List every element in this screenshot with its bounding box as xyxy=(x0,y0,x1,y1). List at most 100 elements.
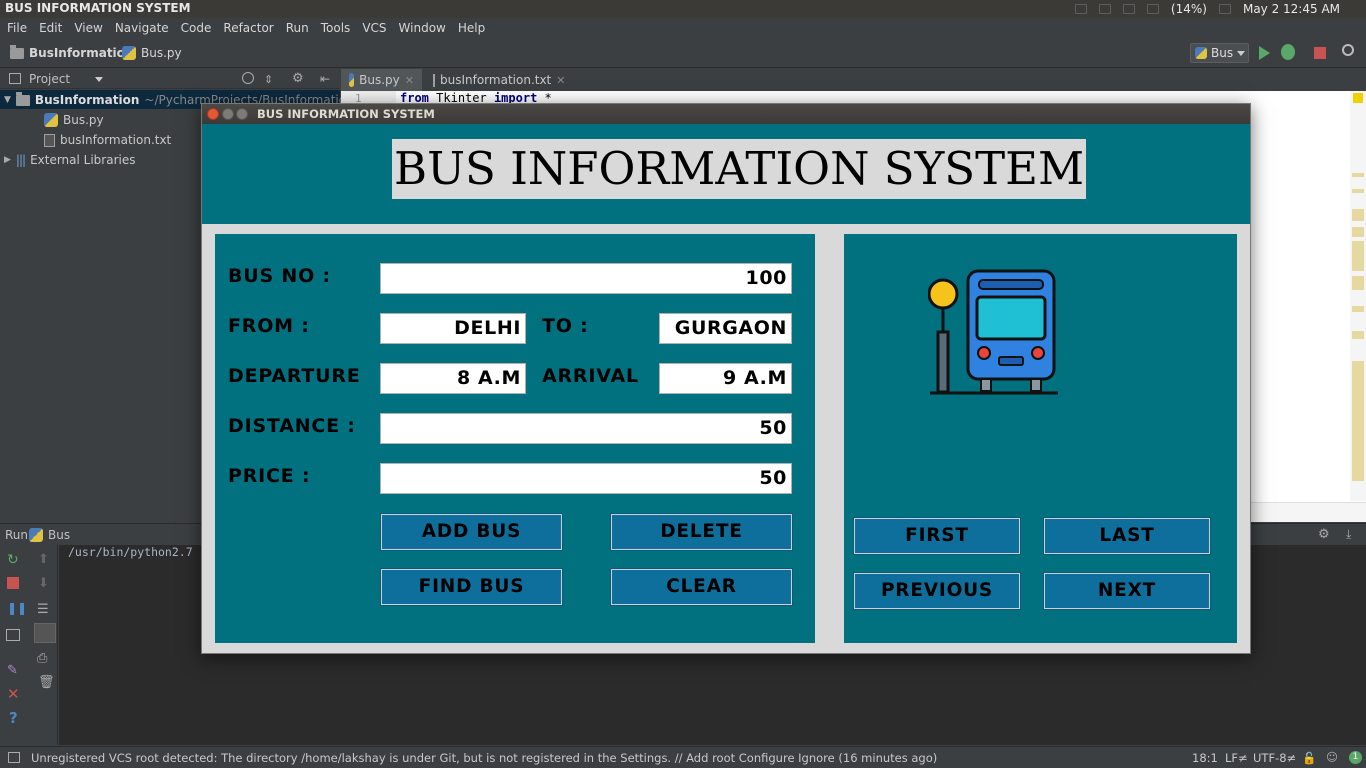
tree-item-external-libraries[interactable]: ▶ ||| External Libraries xyxy=(4,151,136,169)
chevron-down-icon[interactable] xyxy=(95,77,103,82)
menu-edit[interactable]: Edit xyxy=(39,21,62,35)
battery-indicator[interactable]: (14%) xyxy=(1171,2,1207,16)
scroll-to-end-icon[interactable] xyxy=(34,623,56,643)
menu-code[interactable]: Code xyxy=(181,21,212,35)
next-button[interactable]: NEXT xyxy=(1043,572,1211,610)
pause-icon[interactable]: ❚❚ xyxy=(7,601,27,615)
clear-button[interactable]: CLEAR xyxy=(610,568,793,606)
system-top-panel: BUS INFORMATION SYSTEM (14%) May 2 12:45… xyxy=(0,0,1366,18)
gear-icon[interactable]: ⚙ xyxy=(1318,527,1330,542)
close-icon[interactable]: ✕ xyxy=(405,74,414,87)
minimize-window-icon[interactable] xyxy=(222,108,234,120)
close-icon[interactable]: ✕ xyxy=(7,685,20,703)
inspector-icon[interactable]: ☺ xyxy=(1326,750,1338,764)
tree-item-bus-information-txt[interactable]: busInformation.txt xyxy=(44,131,171,149)
bus-information-window: BUS INFORMATION SYSTEM BUS INFORMATION S… xyxy=(201,103,1251,654)
close-window-icon[interactable] xyxy=(207,108,219,120)
expand-arrow-icon[interactable]: ▼ xyxy=(4,95,11,105)
arrival-input[interactable]: 9 A.M xyxy=(659,363,792,394)
line-separator[interactable]: LF≠ xyxy=(1225,751,1248,765)
collapse-all-icon[interactable]: ⇕ xyxy=(264,73,273,86)
menu-tools[interactable]: Tools xyxy=(321,21,351,35)
to-input[interactable]: GURGAON xyxy=(659,313,792,344)
menu-window[interactable]: Window xyxy=(399,21,446,35)
menu-help[interactable]: Help xyxy=(458,21,485,35)
editor-scrollbar[interactable] xyxy=(1350,91,1366,501)
caret-position[interactable]: 18:1 xyxy=(1192,751,1218,765)
tree-item-bus-py[interactable]: Bus.py xyxy=(44,111,104,129)
from-label: FROM : xyxy=(228,315,310,337)
project-panel-header: Project ⇕ ⚙ ⇤ xyxy=(0,69,340,89)
menu-navigate[interactable]: Navigate xyxy=(115,21,169,35)
arrow-up-icon[interactable]: ⬆ xyxy=(38,552,49,567)
from-input[interactable]: DELHI xyxy=(380,313,526,344)
bus-no-input[interactable]: 100 xyxy=(380,263,792,294)
bluetooth-icon[interactable] xyxy=(1122,4,1135,14)
first-button[interactable]: FIRST xyxy=(853,517,1021,555)
run-toolbar: ↻ ❚❚ ✎ ✕ ? ⬆ ⬇ ☰ ⎙ 🗑 xyxy=(0,545,58,745)
window-titlebar[interactable]: BUS INFORMATION SYSTEM xyxy=(202,104,1250,124)
previous-button[interactable]: PREVIOUS xyxy=(853,572,1021,610)
keyboard-icon[interactable] xyxy=(1098,4,1111,14)
status-bar: Unregistered VCS root detected: The dire… xyxy=(0,746,1366,768)
arrow-down-icon[interactable]: ⬇ xyxy=(38,576,49,591)
run-tab-bus[interactable]: Bus xyxy=(48,528,70,542)
hide-panel-icon[interactable]: ⤓ xyxy=(1346,527,1351,542)
tab-bus-py[interactable]: Bus.py ✕ xyxy=(341,69,422,91)
mail-icon[interactable] xyxy=(1218,4,1231,14)
run-icon[interactable] xyxy=(1259,46,1270,60)
stop-icon[interactable] xyxy=(1314,47,1326,59)
distance-input[interactable]: 50 xyxy=(380,413,792,444)
run-config-selector[interactable]: Bus xyxy=(1190,43,1249,63)
print-icon[interactable]: ⎙ xyxy=(37,651,47,666)
menu-vcs[interactable]: VCS xyxy=(362,21,386,35)
delete-button[interactable]: DELETE xyxy=(610,513,793,551)
volume-icon[interactable] xyxy=(1146,4,1159,14)
arrival-label: ARRIVAL xyxy=(542,365,639,387)
stop-icon[interactable] xyxy=(7,577,19,589)
breadcrumb-file[interactable]: Bus.py xyxy=(122,46,182,60)
clock[interactable]: May 2 12:45 AM xyxy=(1243,2,1340,16)
console-text: /usr/bin/python2.7 xyxy=(68,545,193,559)
hide-panel-icon[interactable]: ⇤ xyxy=(320,72,330,86)
tab-bus-information-txt[interactable]: busInformation.txt ✕ xyxy=(425,69,565,91)
active-window-title: BUS INFORMATION SYSTEM xyxy=(5,1,191,15)
trash-icon[interactable]: 🗑 xyxy=(38,675,55,690)
inspection-status-icon[interactable] xyxy=(1353,93,1363,103)
python-file-icon xyxy=(349,73,355,87)
text-file-icon xyxy=(44,133,55,147)
debug-icon[interactable] xyxy=(1281,44,1295,60)
network-icon[interactable] xyxy=(1074,4,1087,14)
menu-refactor[interactable]: Refactor xyxy=(223,21,273,35)
menu-view[interactable]: View xyxy=(74,21,102,35)
add-bus-button[interactable]: ADD BUS xyxy=(380,513,563,551)
departure-input[interactable]: 8 A.M xyxy=(380,363,526,394)
event-log-icon[interactable]: 1 xyxy=(1349,751,1362,764)
bus-no-label: BUS NO : xyxy=(228,265,331,287)
breadcrumb-project[interactable]: BusInformation xyxy=(10,44,133,60)
menu-run[interactable]: Run xyxy=(286,21,309,35)
scroll-from-source-icon[interactable] xyxy=(242,72,254,84)
layout-icon[interactable] xyxy=(6,629,20,641)
rerun-icon[interactable]: ↻ xyxy=(7,552,19,568)
page-title: BUS INFORMATION SYSTEM xyxy=(392,139,1087,199)
close-icon[interactable]: ✕ xyxy=(556,74,565,87)
find-bus-button[interactable]: FIND BUS xyxy=(380,568,563,606)
price-input[interactable]: 50 xyxy=(380,463,792,494)
last-button[interactable]: LAST xyxy=(1043,517,1211,555)
soft-wrap-icon[interactable]: ☰ xyxy=(37,602,49,617)
project-view-dropdown[interactable]: Project xyxy=(29,72,70,86)
pin-icon[interactable]: ✎ xyxy=(7,663,18,678)
bus-form-panel: BUS NO : 100 FROM : DELHI TO : GURGAON D… xyxy=(215,234,815,643)
python-file-icon xyxy=(1195,47,1207,59)
gear-icon[interactable]: ⚙ xyxy=(292,71,304,86)
tool-windows-icon[interactable] xyxy=(8,752,20,763)
expand-arrow-icon[interactable]: ▶ xyxy=(4,155,11,165)
search-icon[interactable] xyxy=(1342,44,1354,56)
maximize-window-icon[interactable] xyxy=(236,108,248,120)
file-encoding[interactable]: UTF-8≠ xyxy=(1253,751,1296,765)
help-icon[interactable]: ? xyxy=(9,709,18,727)
vcs-notification[interactable]: Unregistered VCS root detected: The dire… xyxy=(31,751,937,765)
lock-icon[interactable]: 🔓 xyxy=(1302,751,1316,765)
menu-file[interactable]: File xyxy=(7,21,27,35)
